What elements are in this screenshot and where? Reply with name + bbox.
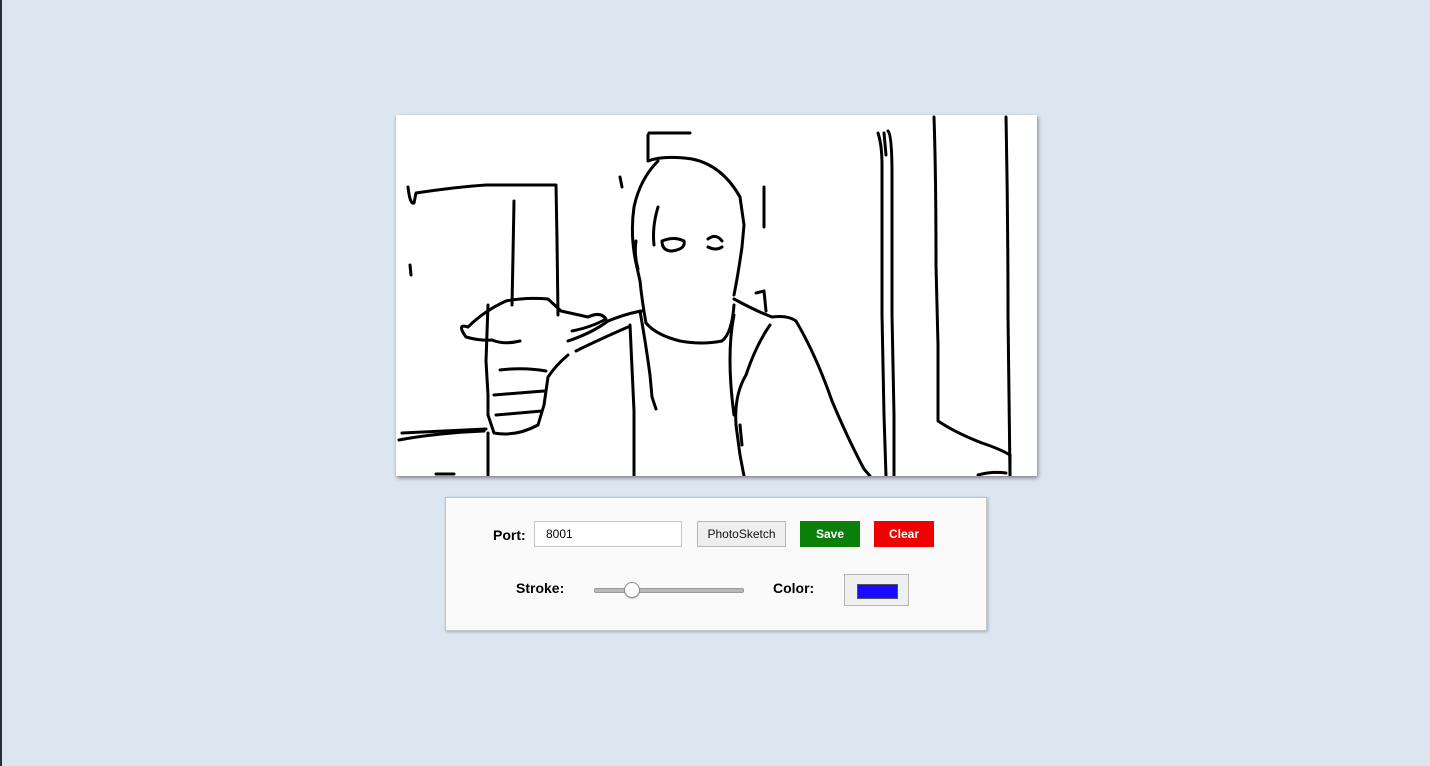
color-label: Color: — [773, 580, 815, 596]
stroke-slider-track — [594, 588, 744, 593]
photosketch-button[interactable]: PhotoSketch — [697, 521, 786, 547]
controls-panel: Port: PhotoSketch Save Clear Stroke: Col… — [445, 497, 987, 631]
save-button[interactable]: Save — [800, 521, 860, 547]
color-swatch — [857, 584, 898, 599]
sketch-drawing — [397, 115, 1012, 476]
color-picker-button[interactable] — [844, 574, 909, 606]
stroke-slider[interactable] — [594, 581, 744, 599]
port-input[interactable] — [534, 521, 682, 547]
window-left-edge — [0, 0, 2, 766]
stroke-slider-thumb[interactable] — [624, 582, 640, 598]
port-label: Port: — [493, 527, 526, 543]
stroke-label: Stroke: — [516, 580, 565, 596]
clear-button[interactable]: Clear — [874, 521, 934, 547]
sketch-canvas[interactable] — [396, 115, 1037, 476]
